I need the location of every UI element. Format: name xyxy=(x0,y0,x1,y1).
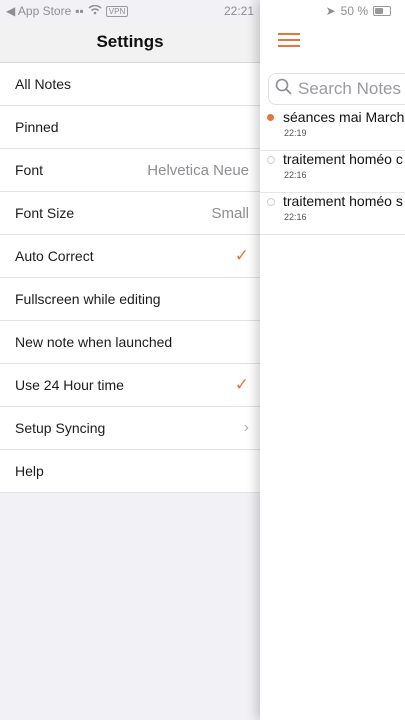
settings-row-font-size[interactable]: Font Size Small xyxy=(0,192,260,235)
vpn-badge-icon: VPN xyxy=(105,5,129,17)
settings-row-new-note-launch[interactable]: New note when launched xyxy=(0,321,260,364)
note-title: séances mai March xyxy=(283,109,405,125)
notes-pane: ➤ 50 % Search Notes séances mai March 22… xyxy=(260,0,405,720)
font-size-value: Small xyxy=(211,204,249,222)
row-label: Pinned xyxy=(15,119,59,135)
settings-row-help[interactable]: Help xyxy=(0,450,260,493)
settings-row-setup-syncing[interactable]: Setup Syncing › xyxy=(0,407,260,450)
note-item[interactable]: traitement homéo s 22:16 xyxy=(260,192,405,235)
checkmark-icon: ✓ xyxy=(234,246,249,265)
chevron-right-icon: › xyxy=(243,419,249,436)
row-label: Help xyxy=(15,463,44,479)
settings-row-font[interactable]: Font Helvetica Neue xyxy=(0,149,260,192)
location-icon: ➤ xyxy=(325,4,336,18)
note-item[interactable]: séances mai March 22:19 xyxy=(260,108,405,151)
hamburger-menu-icon[interactable] xyxy=(278,33,300,49)
note-title: traitement homéo c xyxy=(283,151,403,167)
unread-dot-icon xyxy=(267,114,274,121)
status-bar-left: ◀ App Store ▪▪ VPN 22:21 xyxy=(0,0,260,22)
note-time: 22:16 xyxy=(284,170,307,180)
settings-row-fullscreen-editing[interactable]: Fullscreen while editing xyxy=(0,278,260,321)
note-time: 22:19 xyxy=(284,128,307,138)
row-label: Setup Syncing xyxy=(15,420,106,436)
settings-row-auto-correct[interactable]: Auto Correct ✓ xyxy=(0,235,260,278)
note-time: 22:16 xyxy=(284,212,307,222)
page-title: Settings xyxy=(96,32,164,51)
row-label: Use 24 Hour time xyxy=(15,377,124,393)
wifi-icon xyxy=(88,4,102,18)
signal-icon: ▪▪ xyxy=(75,4,84,18)
checkmark-icon: ✓ xyxy=(234,375,249,394)
status-time: 22:21 xyxy=(223,4,254,18)
row-label: Auto Correct xyxy=(15,248,94,264)
settings-row-24-hour-time[interactable]: Use 24 Hour time ✓ xyxy=(0,364,260,407)
settings-pane: ◀ App Store ▪▪ VPN 22:21 Settings All No… xyxy=(0,0,260,720)
row-label: Fullscreen while editing xyxy=(15,291,161,307)
search-placeholder: Search Notes xyxy=(298,79,401,98)
status-bar-right: ➤ 50 % xyxy=(260,0,405,22)
note-title: traitement homéo s xyxy=(283,193,403,209)
read-dot-icon xyxy=(267,198,275,206)
note-item[interactable]: traitement homéo c 22:16 xyxy=(260,150,405,193)
battery-percent: 50 % xyxy=(340,4,368,18)
back-to-app-store[interactable]: ◀ App Store xyxy=(6,4,71,18)
settings-list: All Notes Pinned Font Helvetica Neue Fon… xyxy=(0,63,260,493)
settings-row-pinned[interactable]: Pinned xyxy=(0,106,260,149)
search-icon xyxy=(275,78,292,100)
row-label: Font Size xyxy=(15,205,75,221)
settings-row-all-notes[interactable]: All Notes xyxy=(0,63,260,106)
settings-header: Settings xyxy=(0,22,260,63)
row-label: New note when launched xyxy=(15,334,173,350)
row-label: Font xyxy=(15,162,44,178)
search-field[interactable]: Search Notes xyxy=(268,73,405,105)
battery-icon xyxy=(373,6,391,16)
font-value: Helvetica Neue xyxy=(147,161,249,179)
row-label: All Notes xyxy=(15,76,72,92)
read-dot-icon xyxy=(267,156,275,164)
